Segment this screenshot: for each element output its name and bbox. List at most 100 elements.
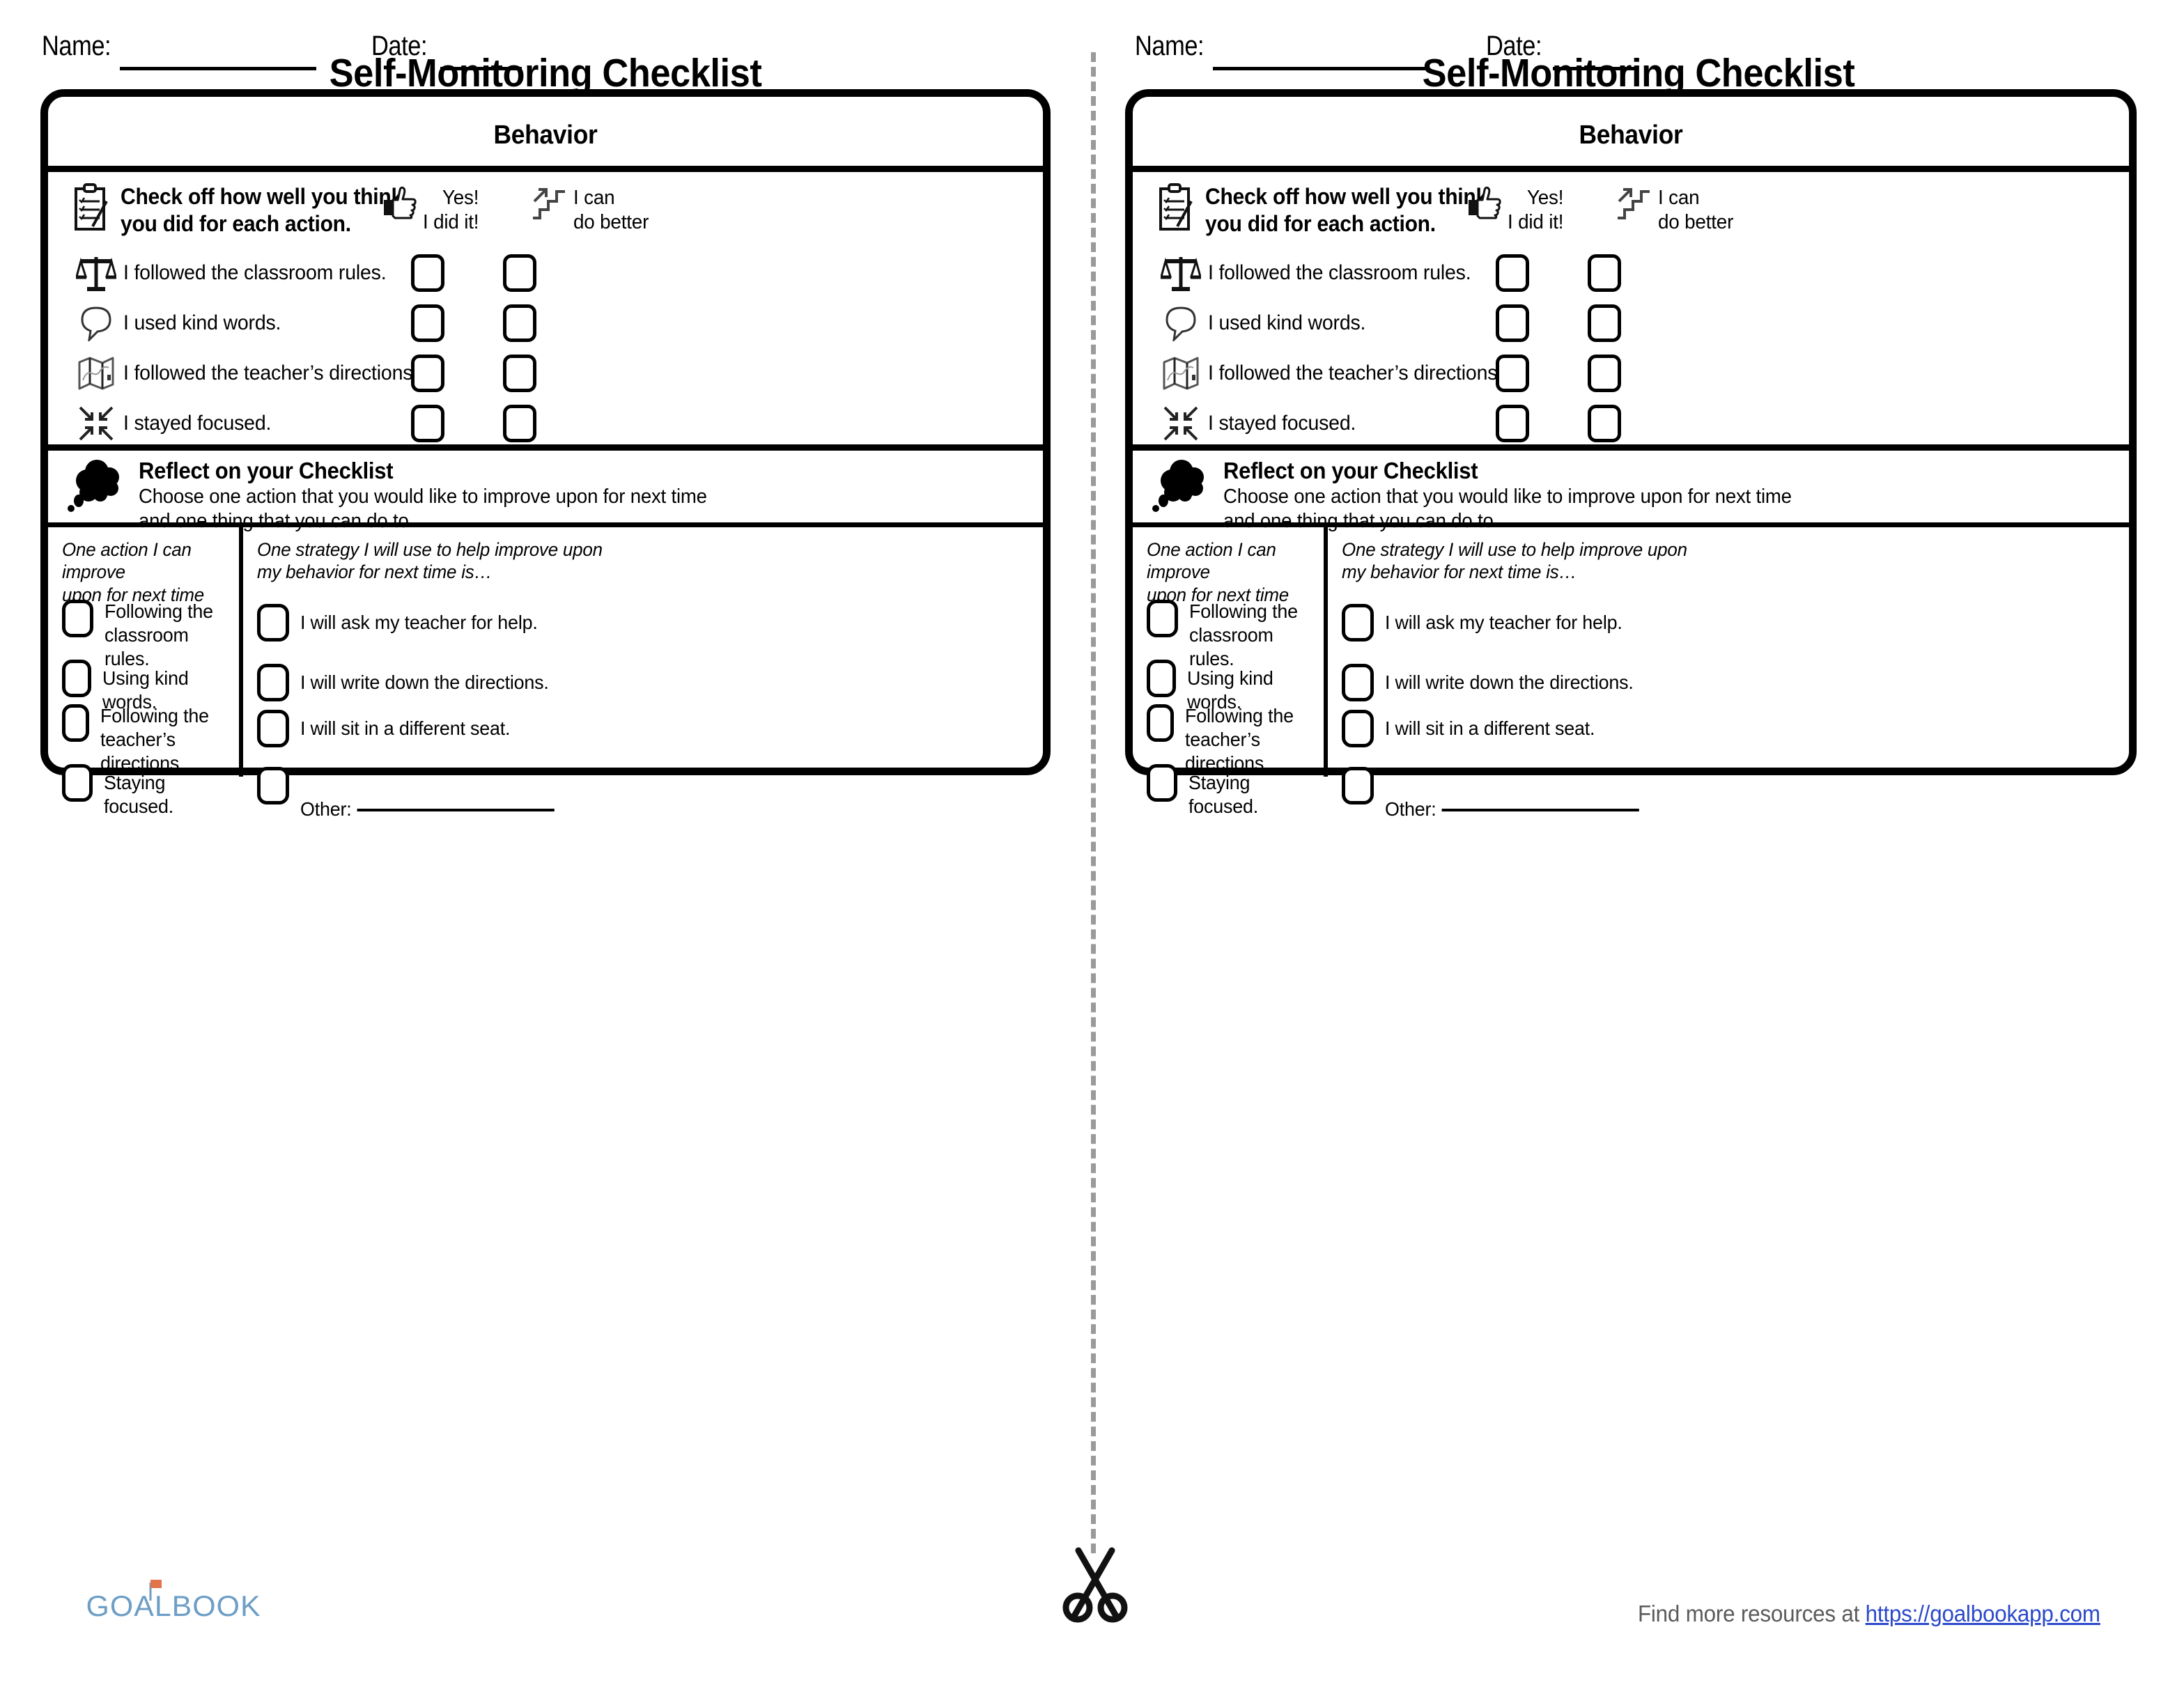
reflect-columns: One action I can improve upon for next t… [1133,527,2129,820]
clipboard-checklist-icon [72,183,111,232]
folded-map-icon [72,355,121,391]
behavior-checkbox-better[interactable] [503,254,536,292]
focus-arrows-icon [1156,405,1205,442]
reflect-strategy-option[interactable]: I will write down the directions. [257,664,559,701]
behavior-row: I used kind words. [1156,299,2111,348]
reflect-strategy-label: I will sit in a different seat. [300,717,511,739]
goalbook-link[interactable]: https://goalbookapp.com [1866,1601,2100,1626]
category-header: Behavior [48,97,1043,172]
reflect-action-option[interactable]: Staying focused. [62,764,239,818]
reflect-strategy-option[interactable]: I will write down the directions. [1342,664,1644,701]
behavior-checklist-section: Check off how well you think you did for… [1133,172,2129,451]
reflect-strategy-label: I will write down the directions. [1385,671,1634,693]
behavior-item-label: I followed the teacher’s directions. [1208,362,1503,384]
behavior-checkbox-better[interactable] [503,355,536,392]
behavior-checkbox-yes[interactable] [1496,405,1529,442]
focus-arrows-icon [72,405,121,442]
checklist-card: Behavior Check off how well you think yo… [1125,89,2137,820]
reflect-action-checkbox[interactable] [62,764,93,802]
reflect-strategy-checkbox[interactable] [1342,664,1374,701]
reflect-strategy-heading: One strategy I will use to help improve … [257,539,603,583]
reflect-strategy-heading: One strategy I will use to help improve … [1342,539,1687,583]
reflect-strategy-column: One strategy I will use to help improve … [243,527,1043,820]
reflect-strategy-checkbox[interactable] [257,664,289,701]
reflect-strategy-option-other[interactable]: Other: [1342,767,1650,821]
behavior-row: I stayed focused. [1156,399,2111,448]
instructions-text: Check off how well you think you did for… [121,184,403,237]
footer-resources-note: Find more resources at https://goalbooka… [1638,1601,2100,1627]
rating-column-headers: Yes! I did it! I can do better [382,186,651,235]
reflect-strategy-option[interactable]: I will ask my teacher for help. [1342,604,1632,642]
worksheet-copy-left: Name: Date: Self-Monitoring Checklist Be… [0,0,1091,1687]
folded-map-icon [1156,355,1205,391]
reflect-strategy-label: I will write down the directions. [300,671,549,693]
speech-bubble-icon [1156,305,1205,341]
reflect-action-checkbox[interactable] [1147,600,1178,637]
reflect-strategy-label: I will ask my teacher for help. [300,612,538,633]
instructions-row: Check off how well you think you did for… [72,183,421,238]
reflect-strategy-option[interactable]: I will sit in a different seat. [257,710,519,747]
reflect-action-checkbox[interactable] [62,600,93,637]
reflect-action-checkbox[interactable] [62,704,90,742]
reflect-action-checkbox[interactable] [62,660,92,697]
behavior-checkbox-yes[interactable] [411,405,444,442]
behavior-checkbox-better[interactable] [1588,304,1621,342]
behavior-row: I followed the teacher’s directions. [72,349,1026,398]
behavior-checkbox-better[interactable] [503,405,536,442]
stairs-up-arrow-icon [530,186,568,221]
reflect-strategy-checkbox[interactable] [257,767,289,804]
reflect-action-checkbox[interactable] [1147,764,1178,802]
behavior-row: I followed the classroom rules. [1156,249,2111,297]
reflect-strategy-checkbox[interactable] [1342,710,1374,747]
behavior-checkbox-better[interactable] [1588,254,1621,292]
behavior-row: I used kind words. [72,299,1026,348]
rating-column-better-label: I can do better [573,187,649,233]
rating-column-headers: Yes! I did it! I can do better [1467,186,1736,235]
thought-bubble-icon [1152,458,1212,522]
behavior-checkbox-yes[interactable] [411,254,444,292]
reflect-strategy-other-input-line[interactable] [357,809,555,812]
behavior-checkbox-yes[interactable] [1496,304,1529,342]
reflect-action-column: One action I can improve upon for next t… [1133,527,1328,817]
reflect-strategy-option[interactable]: I will ask my teacher for help. [257,604,548,642]
reflect-columns: One action I can improve upon for next t… [48,527,1043,820]
reflect-strategy-other-label: Other: [1385,798,1436,821]
reflect-strategy-checkbox[interactable] [257,710,289,747]
behavior-checkbox-yes[interactable] [1496,355,1529,392]
behavior-checklist-section: Check off how well you think you did for… [48,172,1043,451]
reflect-strategy-checkbox[interactable] [1342,767,1374,804]
thought-bubble-icon [68,458,127,522]
reflect-strategy-checkbox[interactable] [257,604,289,642]
reflect-strategy-label: I will ask my teacher for help. [1385,612,1622,633]
category-title: Behavior [1579,120,1683,150]
behavior-item-label: I followed the classroom rules. [1208,261,1471,284]
behavior-item-label: I used kind words. [123,311,281,334]
speech-bubble-icon [72,305,121,341]
checklist-card: Behavior Check off how well you think yo… [40,89,1051,820]
reflect-strategy-column: One strategy I will use to help improve … [1328,527,2129,820]
reflect-action-checkbox[interactable] [1147,704,1175,742]
reflect-action-checkbox[interactable] [1147,660,1177,697]
reflect-header: Reflect on your Checklist Choose one act… [48,451,1043,532]
behavior-item-label: I followed the classroom rules. [123,261,387,284]
behavior-checkbox-yes[interactable] [411,355,444,392]
reflect-title: Reflect on your Checklist [139,458,394,483]
footer-note-prefix: Find more resources at [1638,1601,1866,1626]
reflect-strategy-checkbox[interactable] [1342,604,1374,642]
behavior-checkbox-better[interactable] [503,304,536,342]
reflect-strategy-other-input-line[interactable] [1441,809,1639,812]
reflect-strategy-option[interactable]: I will sit in a different seat. [1342,710,1604,747]
category-title: Behavior [493,120,598,150]
behavior-checkbox-yes[interactable] [411,304,444,342]
reflect-strategy-option-other[interactable]: Other: [257,767,565,821]
rating-column-better-label: I can do better [1657,187,1733,233]
rating-column-yes-label: Yes! I did it! [1508,187,1564,233]
reflect-strategy-label: I will sit in a different seat. [1385,717,1595,739]
category-header: Behavior [1133,97,2129,172]
behavior-checkbox-yes[interactable] [1496,254,1529,292]
behavior-checkbox-better[interactable] [1588,355,1621,392]
behavior-row: I followed the classroom rules. [72,249,1026,297]
reflect-action-option[interactable]: Staying focused. [1147,764,1324,818]
behavior-checkbox-better[interactable] [1588,405,1621,442]
rating-column-yes-label: Yes! I did it! [423,187,479,233]
